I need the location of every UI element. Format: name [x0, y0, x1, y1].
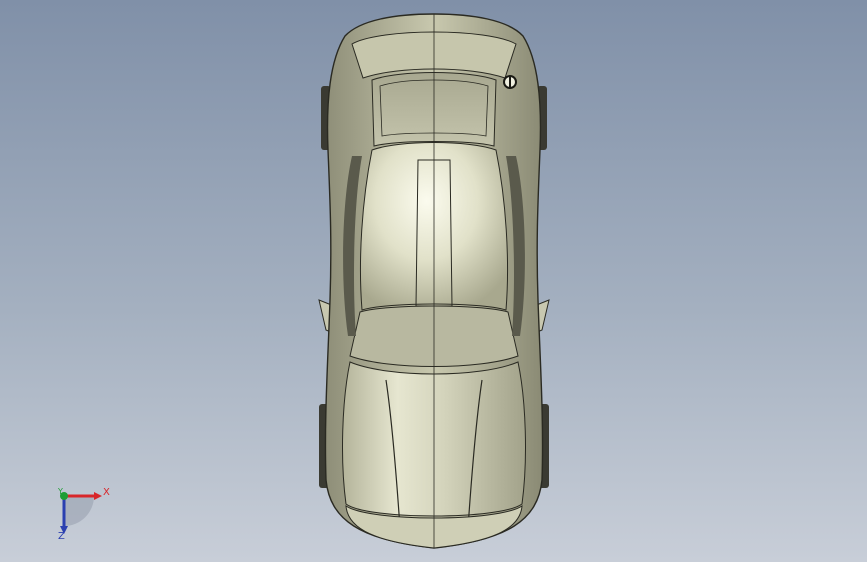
z-axis-label: Z [58, 531, 65, 542]
graphics-viewport[interactable]: X Y Z [0, 0, 867, 562]
y-axis-label: Y [58, 487, 63, 496]
x-axis-label: X [103, 487, 110, 498]
coordinate-triad [60, 492, 102, 534]
car-model[interactable] [0, 0, 867, 562]
